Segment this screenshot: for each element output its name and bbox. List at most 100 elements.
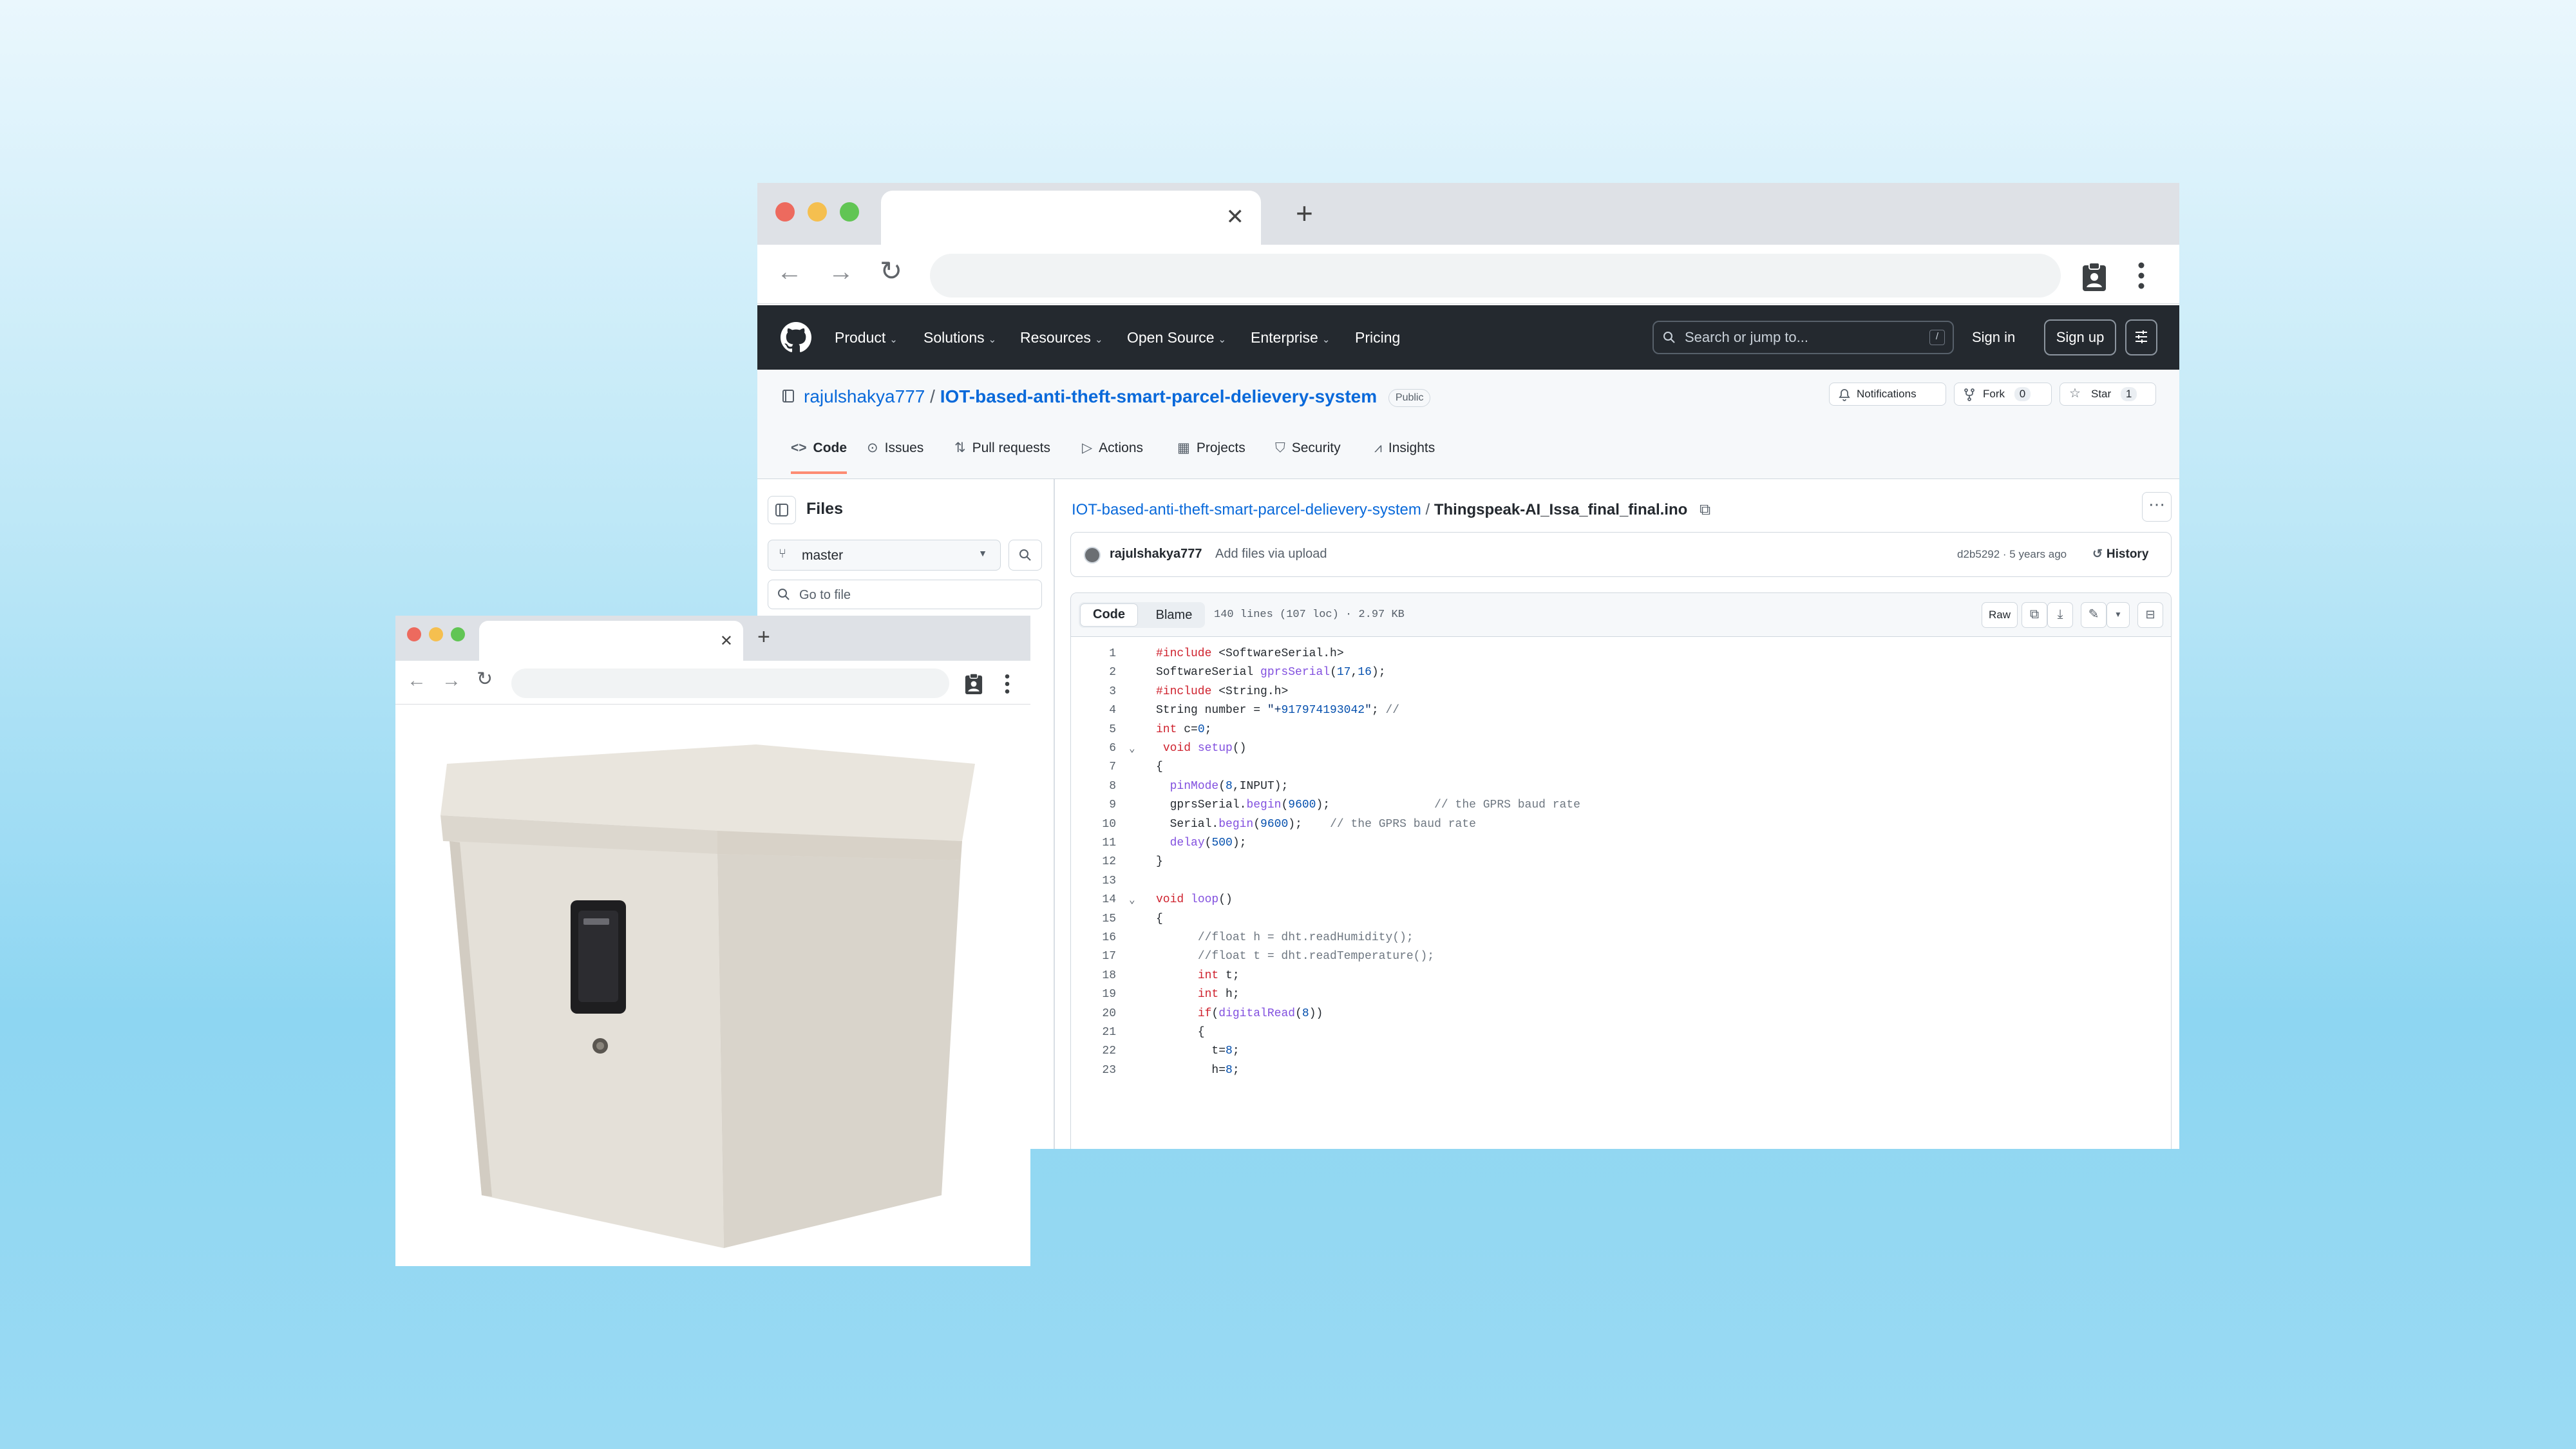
line-number[interactable]: 9 [1071,799,1116,811]
collapse-sidebar-button[interactable] [768,496,796,524]
avatar [1084,547,1101,564]
breadcrumb-repo-link[interactable]: IOT-based-anti-theft-smart-parcel-deliev… [1072,501,1421,518]
code-view-button[interactable]: Code [1080,603,1138,627]
fold-chevron-icon[interactable]: ⌄ [1129,893,1135,906]
browser-tab[interactable]: ✕ [479,621,743,661]
reload-icon[interactable]: ↻ [880,258,902,285]
notifications-button[interactable]: Notifications [1829,383,1946,406]
url-bar[interactable] [930,254,2061,298]
symbols-button[interactable]: ⊟ [2137,602,2163,628]
caret-down-icon: ▼ [978,548,987,558]
code-text: Serial.begin(9600); // the GPRS baud rat… [1156,817,1476,831]
commit-author[interactable]: rajulshakya777 [1110,547,1202,562]
line-number[interactable]: 13 [1071,875,1116,887]
maximize-window-button[interactable] [840,202,859,222]
clipboard-icon[interactable] [2080,261,2108,292]
line-number[interactable]: 8 [1071,780,1116,793]
minimize-window-button[interactable] [808,202,827,222]
more-options-button[interactable]: ⋯ [2142,492,2172,522]
go-to-file-input[interactable]: Go to file [768,580,1042,609]
line-number[interactable]: 14 [1071,893,1116,906]
more-menu-icon[interactable] [2138,261,2145,290]
line-number[interactable]: 19 [1071,988,1116,1001]
star-label: Star [2091,388,2112,400]
nav-product[interactable]: Product ⌄ [835,305,898,370]
line-number[interactable]: 17 [1071,950,1116,963]
nav-enterprise[interactable]: Enterprise ⌄ [1251,305,1330,370]
sign-in-link[interactable]: Sign in [1972,305,2015,370]
history-link[interactable]: ↺ History [2092,547,2148,562]
repo-owner-link[interactable]: rajulshakya777 [804,386,925,406]
forward-icon[interactable]: → [442,671,461,690]
tab-actions[interactable]: ▷ Actions [1082,434,1143,462]
line-number[interactable]: 3 [1071,685,1116,698]
line-number[interactable]: 6 [1071,742,1116,755]
code-text: #include <String.h> [1156,685,1289,698]
line-number[interactable]: 12 [1071,855,1116,868]
close-window-button[interactable] [775,202,795,222]
fork-button[interactable]: Fork 0 [1954,383,2052,406]
line-number[interactable]: 10 [1071,818,1116,831]
line-number[interactable]: 5 [1071,723,1116,736]
line-number[interactable]: 16 [1071,931,1116,944]
blame-view-button[interactable]: Blame [1146,603,1202,627]
close-tab-icon[interactable]: ✕ [720,634,733,649]
back-icon[interactable]: ← [407,671,426,690]
edit-dropdown-button[interactable]: ▼ [2107,602,2130,628]
tab-insights[interactable]: ⩘ Insights [1374,434,1435,462]
line-number[interactable]: 4 [1071,704,1116,717]
line-number[interactable]: 2 [1071,666,1116,679]
tab-insights-label: Insights [1388,440,1435,455]
commit-message[interactable]: Add files via upload [1215,547,1327,562]
close-window-button[interactable] [407,627,421,641]
tab-pull-requests[interactable]: ⇅ Pull requests [954,434,1050,462]
more-menu-icon[interactable] [1005,674,1010,694]
commit-meta[interactable]: d2b5292 · 5 years ago [1957,548,2067,561]
star-button[interactable]: ☆ Star 1 [2060,383,2156,406]
tab-issues[interactable]: ⊙ Issues [867,434,923,462]
sign-up-button[interactable]: Sign up [2044,319,2116,355]
line-number[interactable]: 18 [1071,969,1116,982]
forward-icon[interactable]: → [828,259,854,285]
settings-toggle-button[interactable] [2125,319,2157,355]
minimize-window-button[interactable] [429,627,443,641]
line-number[interactable]: 15 [1071,913,1116,925]
code-text: String number = "+917974193042"; // [1156,704,1400,717]
new-tab-icon[interactable]: + [1296,198,1313,228]
tab-security[interactable]: ⛉ Security [1275,434,1341,462]
maximize-window-button[interactable] [451,627,465,641]
search-input[interactable]: Search or jump to... / [1653,321,1954,354]
fold-chevron-icon[interactable]: ⌄ [1129,742,1135,755]
clipboard-icon[interactable] [963,672,984,696]
line-number[interactable]: 11 [1071,837,1116,849]
repo-name-link[interactable]: IOT-based-anti-theft-smart-parcel-deliev… [940,386,1377,406]
line-number[interactable]: 21 [1071,1026,1116,1039]
nav-open-source[interactable]: Open Source ⌄ [1127,305,1226,370]
new-tab-icon[interactable]: + [757,626,770,648]
nav-resources[interactable]: Resources ⌄ [1020,305,1103,370]
reload-icon[interactable]: ↻ [477,670,493,689]
download-button[interactable]: ⤓ [2047,602,2073,628]
line-number[interactable]: 7 [1071,761,1116,773]
tab-projects[interactable]: ▦ Projects [1177,434,1245,462]
line-number[interactable]: 20 [1071,1007,1116,1020]
raw-button[interactable]: Raw [1982,602,2018,628]
line-number[interactable]: 22 [1071,1045,1116,1057]
branch-select[interactable]: ⑂ master ▼ [768,540,1001,571]
search-files-button[interactable] [1009,540,1042,571]
nav-pricing[interactable]: Pricing [1355,305,1400,370]
browser-tab[interactable]: ✕ [881,191,1261,245]
close-tab-icon[interactable]: ✕ [1226,206,1245,228]
nav-solutions[interactable]: Solutions ⌄ [923,305,996,370]
chevron-down-icon: ⌄ [1321,334,1331,345]
url-bar[interactable] [511,668,949,698]
tab-code[interactable]: <> Code [791,434,848,474]
copy-raw-button[interactable]: ⧉ [2022,602,2047,628]
code-line: 1 #include <SoftwareSerial.h> [1071,647,2166,666]
back-icon[interactable]: ← [777,259,802,285]
line-number[interactable]: 1 [1071,647,1116,660]
edit-button[interactable]: ✎ [2081,602,2107,628]
github-logo-icon[interactable] [781,322,811,353]
line-number[interactable]: 23 [1071,1064,1116,1077]
copy-path-icon[interactable]: ⧉ [1700,501,1710,518]
